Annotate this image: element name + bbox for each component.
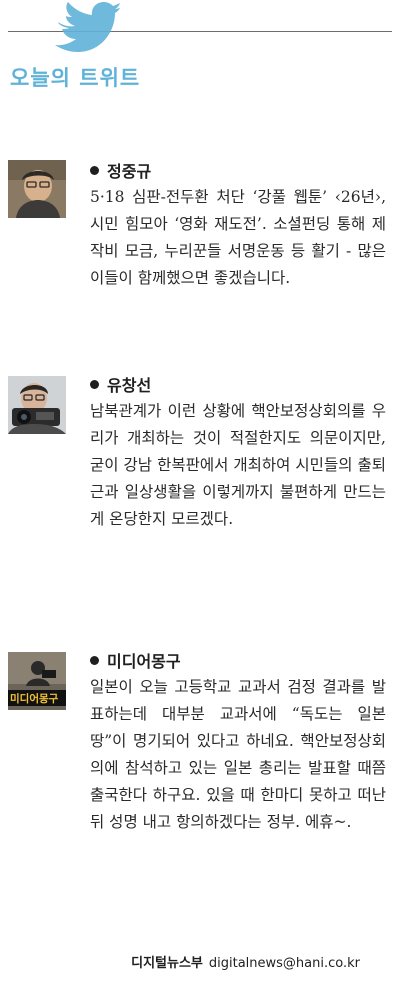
- avatar: [8, 376, 66, 434]
- header: 오늘의 트위트: [0, 0, 400, 90]
- avatar: [8, 160, 66, 218]
- footer-email[interactable]: digitalnews@hani.co.kr: [209, 956, 360, 971]
- tweet-text: 5·18 심판-전두환 처단 ‘강풀 웹툰’ ‹26년›, 시민 힘모아 ‘영화…: [90, 188, 386, 287]
- portrait-with-camera-photo: [8, 376, 66, 434]
- footer: 디지털뉴스부 digitalnews@hani.co.kr: [131, 952, 360, 971]
- tweet-author: 유창선: [90, 372, 151, 396]
- bullet-icon: [90, 380, 99, 389]
- tweet-text: 일본이 오늘 고등학교 교과서 검정 결과를 발표하는데 대부분 교과서에 “독…: [90, 678, 386, 831]
- bullet-icon: [90, 656, 99, 665]
- twitter-bird-icon: [55, 2, 120, 52]
- author-name: 정중규: [107, 162, 152, 181]
- author-name: 유창선: [107, 376, 152, 395]
- tweet-text: 남북관계가 이런 상황에 핵안보정상회의를 우리가 개최하는 것이 적절한지도 …: [90, 402, 386, 528]
- author-name: 미디어몽구: [107, 652, 181, 671]
- tweet-author: 미디어몽구: [90, 648, 181, 672]
- portrait-photo: [8, 160, 66, 218]
- tweet-author: 정중규: [90, 158, 151, 182]
- bullet-icon: [90, 166, 99, 175]
- avatar: 미디어몽구: [8, 652, 66, 710]
- avatar-logo-text: 미디어몽구: [10, 693, 59, 705]
- section-title: 오늘의 트위트: [10, 66, 141, 90]
- footer-credit: 디지털뉴스부: [131, 956, 203, 971]
